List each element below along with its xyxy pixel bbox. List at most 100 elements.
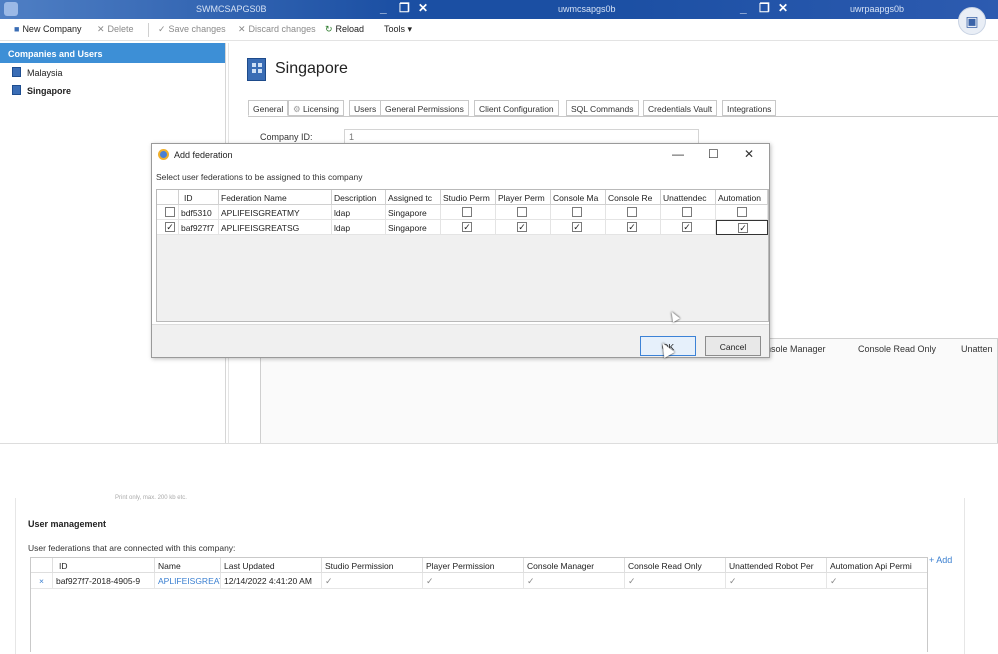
grid-header-unattended-robot[interactable]: Unattended Robot Per: [726, 558, 827, 573]
section-title: User management: [28, 519, 107, 529]
dialog-maximize-button[interactable]: ☐: [708, 147, 719, 161]
delete-button[interactable]: ✕ Delete: [97, 24, 134, 35]
automation-checkbox[interactable]: ✓: [738, 223, 748, 233]
grid-header-id[interactable]: ID: [179, 190, 219, 205]
grid-header-remove: [31, 558, 53, 573]
row-select-checkbox[interactable]: [165, 207, 175, 217]
row-description: ldap: [332, 220, 386, 235]
restore-button-2[interactable]: ❐: [759, 1, 770, 15]
save-changes-button[interactable]: ✓ Save changes: [158, 24, 226, 35]
tab-general[interactable]: General: [248, 100, 289, 116]
section-subtitle: User federations that are connected with…: [28, 543, 236, 553]
close-button-2[interactable]: ✕: [778, 1, 788, 15]
tab-licensing-label: Licensing: [302, 104, 339, 114]
building-icon: [12, 85, 21, 95]
console-read-cell: ✓: [606, 220, 661, 235]
table-row[interactable]: ✓: [157, 220, 179, 235]
grid-header-automation[interactable]: Automation: [716, 190, 768, 205]
grid-header-player-permission[interactable]: Player Permission: [423, 558, 524, 573]
delete-icon: ✕: [97, 24, 105, 34]
sidebar-item-malaysia[interactable]: Malaysia: [0, 63, 225, 81]
tab-licensing[interactable]: ⚙ Licensing: [288, 100, 344, 116]
toolbar-separator: [148, 23, 149, 37]
sidebar-header: Companies and Users: [0, 43, 225, 63]
tab-users[interactable]: Users: [349, 100, 382, 116]
host-label-1: SWMCSAPGS0B: [196, 4, 267, 14]
company-id-label: Company ID:: [260, 132, 313, 142]
close-button-1[interactable]: ✕: [418, 1, 428, 15]
grid-header-player-perm[interactable]: Player Perm: [496, 190, 551, 205]
new-company-label: New Company: [22, 24, 82, 34]
restore-button-1[interactable]: ❐: [399, 1, 410, 15]
dialog-close-button[interactable]: ✕: [744, 147, 754, 161]
window-titlebar: SWMCSAPGS0B _ ❐ ✕ uwmcsapgs0b _ ❐ ✕ uwrp…: [0, 0, 998, 19]
studio-perm-cell: [441, 205, 496, 220]
player-perm-checkbox[interactable]: ✓: [517, 222, 527, 232]
gear-icon: [158, 149, 169, 160]
save-changes-label: Save changes: [168, 24, 226, 34]
discard-changes-button[interactable]: ✕ Discard changes: [238, 24, 316, 35]
add-federation-button[interactable]: + Add: [929, 555, 952, 565]
grid-header-federation-name[interactable]: Federation Name: [219, 190, 332, 205]
add-federation-dialog: Add federation — ☐ ✕ Select user federat…: [151, 143, 770, 358]
minimize-button-1[interactable]: _: [380, 1, 387, 15]
grid-header-console-read[interactable]: Console Re: [606, 190, 661, 205]
grid-header-console-manager[interactable]: Console Manager: [524, 558, 625, 573]
minimize-button-2[interactable]: _: [740, 1, 747, 15]
player-permission-check[interactable]: ✓: [423, 573, 524, 589]
row-name-link[interactable]: APLIFEISGREAT: [155, 573, 221, 589]
grid-header-studio-permission[interactable]: Studio Permission: [322, 558, 423, 573]
automation-api-check[interactable]: ✓: [827, 573, 927, 589]
player-perm-cell: ✓: [496, 220, 551, 235]
screen-capture-icon[interactable]: ▣: [958, 7, 986, 35]
grid-header-unattended[interactable]: Unattendec: [661, 190, 716, 205]
sidebar-item-singapore[interactable]: Singapore: [0, 81, 225, 99]
discard-icon: ✕: [238, 24, 246, 34]
grid-header-console-manager[interactable]: Console Ma: [551, 190, 606, 205]
grid-header-automation-api[interactable]: Automation Api Permi: [827, 558, 927, 573]
check-icon: ✓: [158, 24, 166, 34]
grid-header-assigned[interactable]: Assigned tc: [386, 190, 441, 205]
grid-header-last-updated[interactable]: Last Updated: [221, 558, 322, 573]
console-read-only-check[interactable]: ✓: [625, 573, 726, 589]
row-select-checkbox[interactable]: ✓: [165, 222, 175, 232]
user-management-section: Print only, max. 200 kb etc. User manage…: [0, 448, 998, 654]
console-read-checkbox[interactable]: [627, 207, 637, 217]
unattended-checkbox[interactable]: [682, 207, 692, 217]
tab-integrations[interactable]: Integrations: [722, 100, 777, 116]
grid-header-console-read-only[interactable]: Console Read Only: [625, 558, 726, 573]
reload-button[interactable]: ↻ Reload: [325, 24, 364, 35]
player-perm-checkbox[interactable]: [517, 207, 527, 217]
company-id-field[interactable]: 1: [344, 129, 699, 144]
studio-perm-checkbox[interactable]: ✓: [462, 222, 472, 232]
automation-cell: ✓: [716, 220, 768, 235]
studio-permission-check[interactable]: ✓: [322, 573, 423, 589]
automation-checkbox[interactable]: [737, 207, 747, 217]
unattended-cell: [661, 205, 716, 220]
table-row[interactable]: [157, 205, 179, 220]
remove-icon: ×: [39, 576, 44, 586]
console-read-checkbox[interactable]: ✓: [627, 222, 637, 232]
console-manager-cell: [551, 205, 606, 220]
console-manager-checkbox[interactable]: [572, 207, 582, 217]
console-manager-check[interactable]: ✓: [524, 573, 625, 589]
remove-row-button[interactable]: ×: [31, 573, 53, 589]
grid-header-studio-perm[interactable]: Studio Perm: [441, 190, 496, 205]
unattended-robot-check[interactable]: ✓: [726, 573, 827, 589]
grid-header-id[interactable]: ID: [53, 558, 155, 573]
new-company-icon: ■: [14, 24, 20, 34]
tab-general-permissions[interactable]: General Permissions: [380, 100, 469, 116]
tab-client-configuration[interactable]: Client Configuration: [474, 100, 559, 116]
studio-perm-checkbox[interactable]: [462, 207, 472, 217]
cancel-button[interactable]: Cancel: [705, 336, 761, 356]
dialog-minimize-button[interactable]: —: [672, 147, 684, 161]
grid-header-name[interactable]: Name: [155, 558, 221, 573]
toolbar: ■ New Company ✕ Delete ✓ Save changes ✕ Disc…: [0, 19, 998, 41]
console-manager-checkbox[interactable]: ✓: [572, 222, 582, 232]
tools-menu[interactable]: Tools ▾: [384, 24, 412, 35]
tab-credentials-vault[interactable]: Credentials Vault: [643, 100, 718, 116]
tab-sql-commands[interactable]: SQL Commands: [566, 100, 639, 116]
unattended-checkbox[interactable]: ✓: [682, 222, 692, 232]
new-company-button[interactable]: ■ New Company: [14, 24, 81, 34]
grid-header-description[interactable]: Description: [332, 190, 386, 205]
